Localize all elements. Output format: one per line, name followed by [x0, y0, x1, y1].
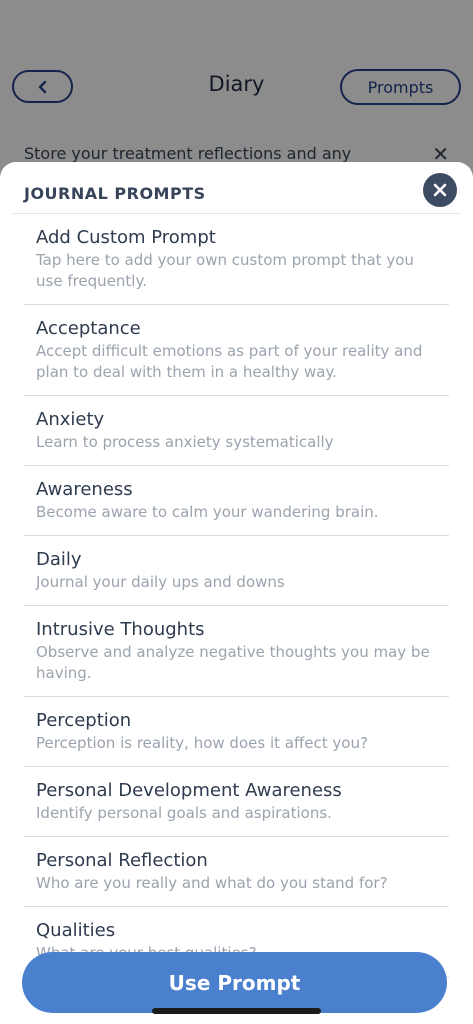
prompt-description: Perception is reality, how does it affec… [36, 734, 368, 752]
prompt-description: Who are you really and what do you stand… [36, 874, 388, 892]
prompt-title: Awareness [36, 479, 133, 500]
prompt-title: Personal Development Awareness [36, 780, 342, 801]
prompt-item-perception[interactable]: Perception Perception is reality, how do… [24, 697, 449, 767]
prompt-item-personal-development[interactable]: Personal Development Awareness Identify … [24, 767, 449, 837]
close-button[interactable] [423, 173, 457, 207]
sheet-title: JOURNAL PROMPTS [24, 184, 206, 203]
prompt-title: Perception [36, 710, 132, 731]
home-indicator [152, 1008, 321, 1014]
prompt-title: Personal Reflection [36, 850, 208, 871]
prompt-description: Journal your daily ups and downs [36, 573, 285, 591]
prompt-item-anxiety[interactable]: Anxiety Learn to process anxiety systema… [24, 396, 449, 466]
use-prompt-button[interactable]: Use Prompt [22, 952, 447, 1013]
sheet-header: JOURNAL PROMPTS [12, 162, 461, 214]
close-icon [433, 183, 447, 197]
prompt-title: Qualities [36, 920, 116, 941]
prompt-description: Become aware to calm your wandering brai… [36, 503, 379, 521]
prompt-item-daily[interactable]: Daily Journal your daily ups and downs [24, 536, 449, 606]
prompt-item-intrusive-thoughts[interactable]: Intrusive Thoughts Observe and analyze n… [24, 606, 449, 697]
prompt-description: Learn to process anxiety systematically [36, 433, 334, 451]
prompt-description: Accept difficult emotions as part of you… [36, 342, 423, 381]
prompt-description: Observe and analyze negative thoughts yo… [36, 643, 430, 682]
prompt-description: Tap here to add your own custom prompt t… [36, 251, 414, 290]
prompt-title: Anxiety [36, 409, 105, 430]
prompt-title: Add Custom Prompt [36, 227, 216, 248]
prompt-description: Identify personal goals and aspirations. [36, 804, 332, 822]
prompt-title: Acceptance [36, 318, 141, 339]
journal-prompts-sheet: JOURNAL PROMPTS Add Custom Prompt Tap he… [0, 162, 473, 1024]
prompt-list: Add Custom Prompt Tap here to add your o… [24, 214, 449, 977]
prompt-title: Intrusive Thoughts [36, 619, 205, 640]
prompt-item-acceptance[interactable]: Acceptance Accept difficult emotions as … [24, 305, 449, 396]
prompt-title: Daily [36, 549, 82, 570]
prompt-item-add-custom[interactable]: Add Custom Prompt Tap here to add your o… [24, 214, 449, 305]
prompt-item-personal-reflection[interactable]: Personal Reflection Who are you really a… [24, 837, 449, 907]
prompt-item-awareness[interactable]: Awareness Become aware to calm your wand… [24, 466, 449, 536]
